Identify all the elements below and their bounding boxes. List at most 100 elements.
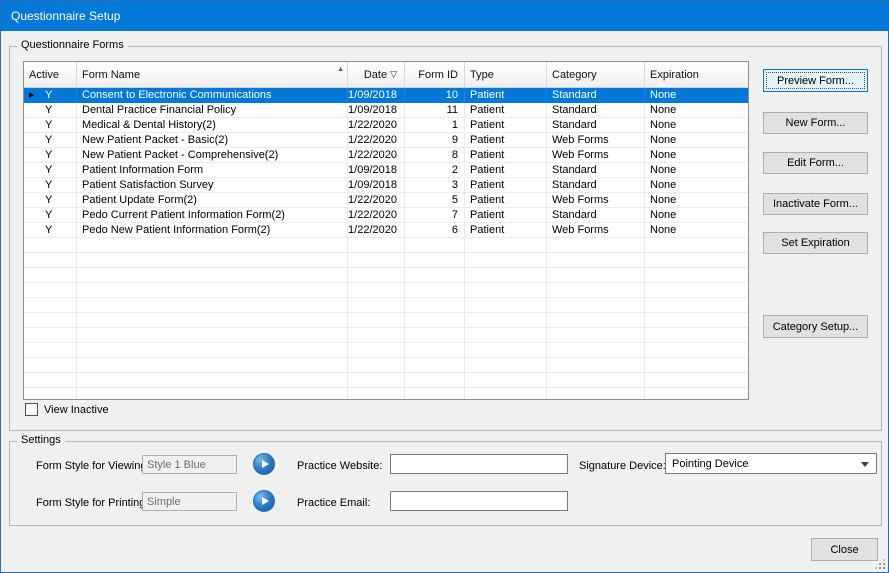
title-bar[interactable]: Questionnaire Setup <box>1 1 888 31</box>
view-inactive-checkbox[interactable]: View Inactive <box>25 403 109 416</box>
edit-form-button[interactable]: Edit Form... <box>763 152 868 174</box>
table-cell-active <box>24 358 77 372</box>
resize-grip[interactable] <box>874 558 885 569</box>
table-cell-category: Standard <box>547 178 645 192</box>
table-cell-name <box>77 238 348 252</box>
table-cell-name: Consent to Electronic Communications <box>77 88 348 102</box>
table-cell-type <box>465 268 547 282</box>
table-cell-category <box>547 283 645 297</box>
table-row[interactable]: ▶YConsent to Electronic Communications01… <box>24 88 748 103</box>
questionnaire-forms-group-label: Questionnaire Forms <box>17 39 128 51</box>
table-cell-id <box>405 358 465 372</box>
column-header-category[interactable]: Category <box>547 62 645 87</box>
table-cell-id <box>405 343 465 357</box>
inactivate-form-button[interactable]: Inactivate Form... <box>763 193 868 215</box>
table-cell-active <box>24 328 77 342</box>
table-cell-id: 3 <box>405 178 465 192</box>
table-row[interactable]: YPedo New Patient Information Form(2)01/… <box>24 223 748 238</box>
table-cell-active: Y <box>24 223 77 237</box>
category-setup-button[interactable]: Category Setup... <box>763 315 868 338</box>
table-cell-category <box>547 373 645 387</box>
table-cell-date: 01/22/2020 <box>348 208 405 222</box>
table-row[interactable]: YNew Patient Packet - Basic(2)01/22/2020… <box>24 133 748 148</box>
table-cell-category <box>547 253 645 267</box>
practice-email-label: Practice Email: <box>297 497 370 509</box>
table-cell-name <box>77 328 348 342</box>
table-cell-name: Patient Update Form(2) <box>77 193 348 207</box>
table-cell-type: Patient <box>465 163 547 177</box>
checkbox-icon[interactable] <box>25 403 38 416</box>
table-cell-category: Standard <box>547 103 645 117</box>
table-cell-category <box>547 298 645 312</box>
practice-website-input[interactable] <box>390 454 568 474</box>
table-cell-type: Patient <box>465 133 547 147</box>
table-cell-active: ▶Y <box>24 88 77 102</box>
table-cell-expiration: None <box>645 178 748 192</box>
table-cell-active <box>24 373 77 387</box>
table-cell-type <box>465 373 547 387</box>
table-empty-row <box>24 238 748 253</box>
column-header-label: Type <box>470 69 494 81</box>
table-row[interactable]: YMedical & Dental History(2)01/22/20201P… <box>24 118 748 133</box>
table-cell-id <box>405 283 465 297</box>
select-viewing-style-button[interactable] <box>253 453 275 475</box>
table-cell-id: 11 <box>405 103 465 117</box>
table-cell-category <box>547 388 645 400</box>
practice-email-input[interactable] <box>390 491 568 511</box>
table-cell-active: Y <box>24 103 77 117</box>
table-cell-category <box>547 268 645 282</box>
table-row[interactable]: YPatient Update Form(2)01/22/20205Patien… <box>24 193 748 208</box>
table-cell-expiration: None <box>645 148 748 162</box>
table-cell-category <box>547 238 645 252</box>
window-title: Questionnaire Setup <box>11 9 120 23</box>
column-header-date[interactable]: Date▽ <box>348 62 405 87</box>
form-style-viewing-field <box>142 455 237 474</box>
column-header-active[interactable]: Active <box>24 62 77 87</box>
table-cell-expiration: None <box>645 223 748 237</box>
close-button[interactable]: Close <box>811 538 878 561</box>
table-cell-id <box>405 313 465 327</box>
preview-form-button[interactable]: Preview Form... <box>763 69 868 92</box>
table-cell-id: 7 <box>405 208 465 222</box>
table-cell-active <box>24 388 77 400</box>
practice-website-label: Practice Website: <box>297 460 382 472</box>
table-cell-date: 01/09/2018 <box>348 163 405 177</box>
table-cell-id: 8 <box>405 148 465 162</box>
column-header-id[interactable]: Form ID <box>405 62 465 87</box>
table-cell-name: New Patient Packet - Basic(2) <box>77 133 348 147</box>
table-cell-date: 01/22/2020 <box>348 148 405 162</box>
table-cell-expiration: None <box>645 163 748 177</box>
table-cell-expiration <box>645 328 748 342</box>
table-cell-id: 5 <box>405 193 465 207</box>
table-cell-name <box>77 373 348 387</box>
column-header-expiration[interactable]: Expiration <box>645 62 748 87</box>
table-cell-date: 01/09/2018 <box>348 88 405 102</box>
table-cell-type: Patient <box>465 223 547 237</box>
sort-ascending-icon: ▲ <box>337 66 344 73</box>
table-row[interactable]: YNew Patient Packet - Comprehensive(2)01… <box>24 148 748 163</box>
select-printing-style-button[interactable] <box>253 490 275 512</box>
table-row[interactable]: YDental Practice Financial Policy01/09/2… <box>24 103 748 118</box>
table-row[interactable]: YPatient Satisfaction Survey01/09/20183P… <box>24 178 748 193</box>
chevron-down-icon <box>861 462 869 467</box>
table-cell-type: Patient <box>465 193 547 207</box>
table-cell-category: Standard <box>547 163 645 177</box>
new-form-button[interactable]: New Form... <box>763 112 868 134</box>
table-row[interactable]: YPedo Current Patient Information Form(2… <box>24 208 748 223</box>
table-cell-id: 1 <box>405 118 465 132</box>
table-cell-name <box>77 388 348 400</box>
set-expiration-button[interactable]: Set Expiration <box>763 232 868 254</box>
table-cell-category: Standard <box>547 118 645 132</box>
column-header-type[interactable]: Type <box>465 62 547 87</box>
signature-device-select[interactable]: Pointing Device <box>665 453 877 474</box>
column-header-label: Expiration <box>650 69 699 81</box>
table-cell-name: Pedo New Patient Information Form(2) <box>77 223 348 237</box>
table-cell-category: Standard <box>547 88 645 102</box>
table-cell-category <box>547 358 645 372</box>
table-cell-id: 10 <box>405 88 465 102</box>
table-empty-row <box>24 313 748 328</box>
column-header-name[interactable]: Form Name▲ <box>77 62 348 87</box>
table-row[interactable]: YPatient Information Form01/09/20182Pati… <box>24 163 748 178</box>
table-cell-active: Y <box>24 148 77 162</box>
table-empty-row <box>24 358 748 373</box>
